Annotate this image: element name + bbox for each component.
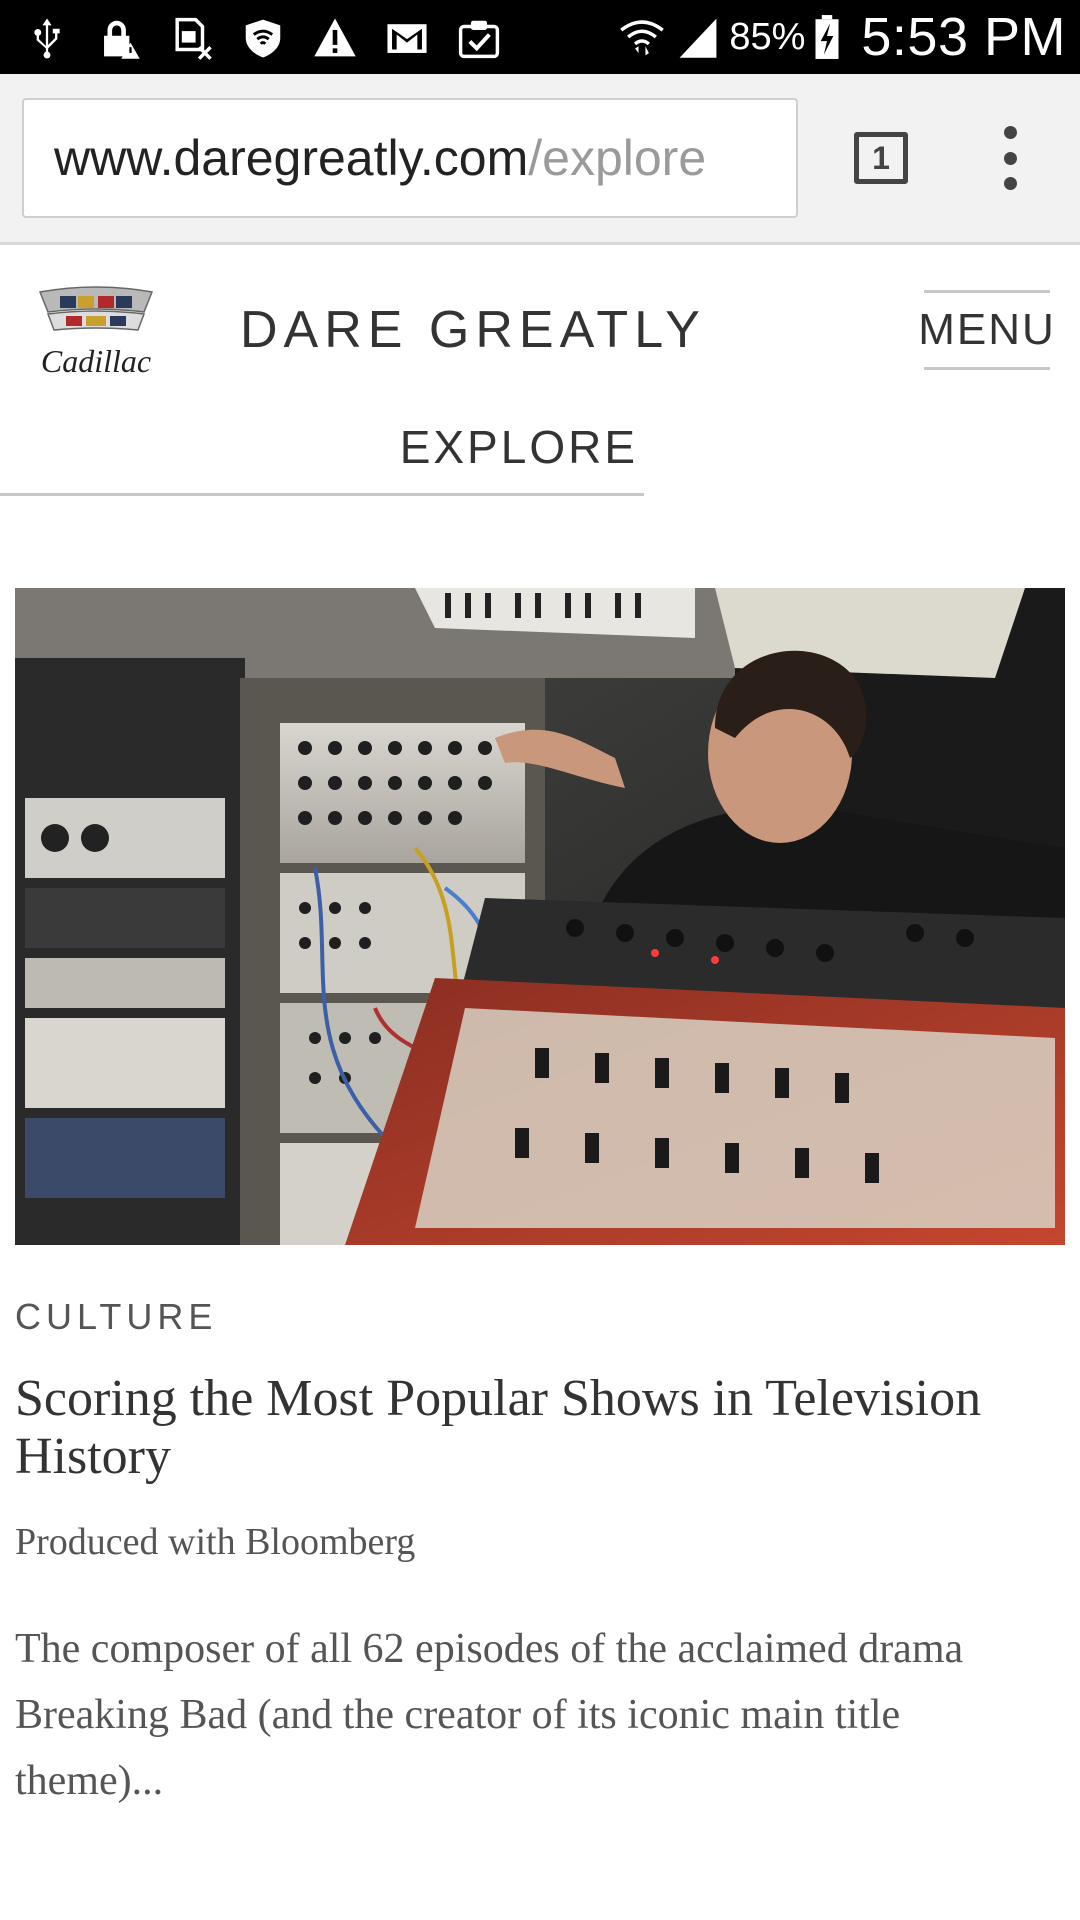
url-domain: www.daregreatly.com <box>54 130 529 186</box>
battery-charging-icon <box>811 12 843 62</box>
usb-icon <box>22 13 72 63</box>
overflow-menu-icon[interactable] <box>990 126 1030 190</box>
system-indicators: 85% 5:53 PM <box>617 6 1066 68</box>
gmail-icon <box>382 13 432 63</box>
clock: 5:53 PM <box>861 7 1066 67</box>
menu-button[interactable]: MENU <box>918 290 1054 370</box>
logo-wordmark: Cadillac <box>41 343 151 379</box>
article-category[interactable]: CULTURE <box>15 1296 217 1338</box>
site-title[interactable]: DARE GREATLY <box>240 300 706 360</box>
section-label: EXPLORE <box>0 420 644 496</box>
tab-count: 1 <box>872 139 890 176</box>
notification-icons <box>22 10 504 66</box>
signal-icon <box>673 12 723 62</box>
article-headline[interactable]: Scoring the Most Popular Shows in Televi… <box>15 1370 1055 1486</box>
article-hero-image[interactable] <box>15 588 1065 1245</box>
article-excerpt: The composer of all 62 episodes of the a… <box>15 1626 964 1804</box>
status-bar: 85% 5:53 PM <box>0 0 1080 74</box>
shield-icon <box>238 13 288 63</box>
browser-toolbar: www.daregreatly.com/explore 1 <box>0 74 1080 245</box>
tab-switcher-button[interactable]: 1 <box>854 132 908 184</box>
cadillac-logo[interactable]: Cadillac <box>26 284 166 384</box>
lock-icon <box>94 13 144 63</box>
warning-icon <box>310 13 360 63</box>
article-byline: Produced with Bloomberg <box>15 1521 416 1563</box>
clipboard-check-icon <box>454 13 504 63</box>
url-path: /explore <box>528 130 707 186</box>
wifi-icon <box>617 12 667 62</box>
url-bar[interactable]: www.daregreatly.com/explore <box>22 98 798 218</box>
battery-percent: 85% <box>729 15 806 58</box>
sim-icon <box>166 13 216 63</box>
